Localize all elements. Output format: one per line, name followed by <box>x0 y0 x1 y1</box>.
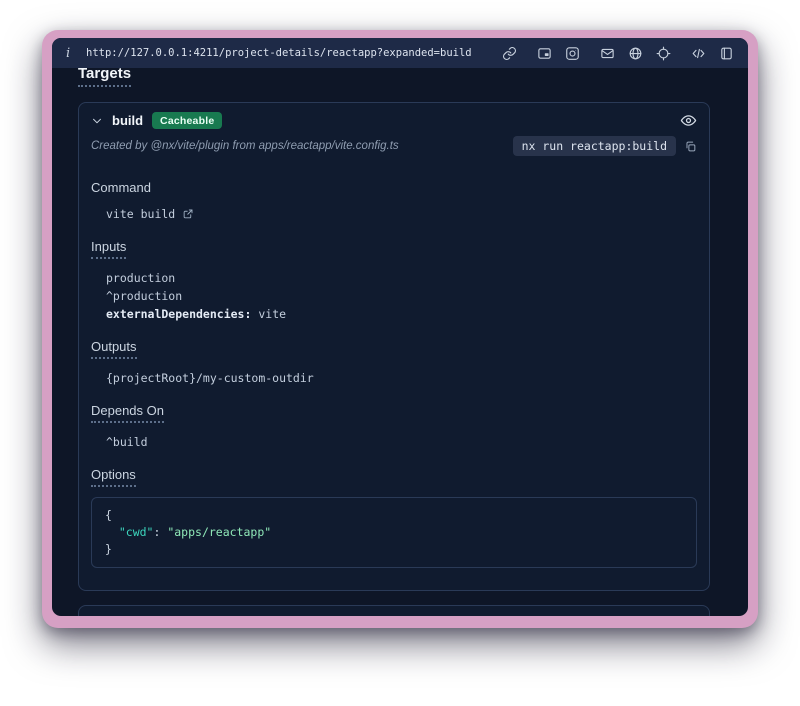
depends-on-item: ^build <box>91 433 697 451</box>
created-by-note: Created by @nx/vite/plugin from apps/rea… <box>91 140 399 152</box>
book-icon[interactable] <box>719 46 734 61</box>
json-line: "cwd": "apps/reactapp" <box>105 524 683 541</box>
browser-frame: i http://127.0.0.1:4211/project-details/… <box>52 38 748 616</box>
command-value: vite build <box>106 205 175 223</box>
globe-icon[interactable] <box>628 46 643 61</box>
eye-icon[interactable] <box>680 614 697 616</box>
info-icon[interactable]: i <box>66 46 80 61</box>
run-command-group: nx run reactapp:build <box>513 136 697 156</box>
target-card-serve: serve vite serve <box>78 605 710 616</box>
cacheable-badge: Cacheable <box>152 112 222 129</box>
command-value-line: vite build <box>91 205 697 223</box>
camera-icon[interactable] <box>565 46 580 61</box>
outputs-section-label: Outputs <box>91 339 697 359</box>
command-section-label: Command <box>91 180 697 195</box>
titlebar: i http://127.0.0.1:4211/project-details/… <box>52 38 748 68</box>
code-icon[interactable] <box>691 46 706 61</box>
json-line: } <box>105 541 683 558</box>
external-link-icon[interactable] <box>182 208 194 220</box>
options-json-block: { "cwd": "apps/reactapp" } <box>91 497 697 568</box>
options-section-label: Options <box>91 467 697 487</box>
depends-on-section-label: Depends On <box>91 403 697 423</box>
target-name-build[interactable]: build <box>112 113 143 128</box>
targets-heading-label: Targets <box>78 68 131 87</box>
input-item: production <box>91 269 697 287</box>
project-details-page: Targets build Cacheable Created by @nx/v… <box>52 68 748 616</box>
target-icon[interactable] <box>656 46 671 61</box>
input-item: ^production <box>91 287 697 305</box>
json-line: { <box>105 507 683 524</box>
titlebar-actions <box>502 46 734 61</box>
chevron-down-icon[interactable] <box>91 115 103 127</box>
build-card-meta: Created by @nx/vite/plugin from apps/rea… <box>79 133 709 164</box>
target-name-serve[interactable]: serve <box>112 615 146 616</box>
run-command-chip: nx run reactapp:build <box>513 136 676 156</box>
picture-in-picture-icon[interactable] <box>537 46 552 61</box>
eye-icon[interactable] <box>680 112 697 129</box>
url-text[interactable]: http://127.0.0.1:4211/project-details/re… <box>86 47 472 59</box>
serve-card-header: serve vite serve <box>79 606 709 616</box>
build-card-header: build Cacheable <box>79 103 709 133</box>
build-card-body: Command vite build Inputs production ^pr… <box>79 164 709 590</box>
app-window: i http://127.0.0.1:4211/project-details/… <box>42 30 758 628</box>
inputs-section-label: Inputs <box>91 239 697 259</box>
output-item: {projectRoot}/my-custom-outdir <box>91 369 697 387</box>
input-item-external-deps: externalDependencies: vite <box>91 305 697 323</box>
targets-heading: Targets <box>78 68 710 87</box>
copy-icon[interactable] <box>684 140 697 153</box>
target-card-build: build Cacheable Created by @nx/vite/plug… <box>78 102 710 591</box>
mail-icon[interactable] <box>600 46 615 61</box>
link-icon[interactable] <box>502 46 517 61</box>
